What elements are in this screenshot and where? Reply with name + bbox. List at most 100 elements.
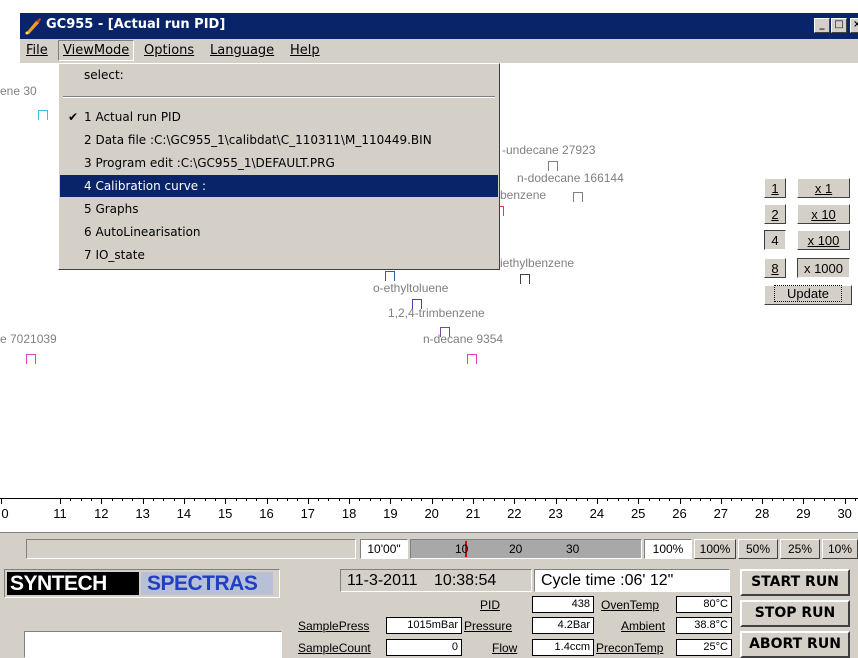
maximize-icon[interactable]: □ [831, 18, 847, 33]
update-button[interactable]: Update [764, 285, 852, 305]
channel-label: 1 [771, 181, 779, 196]
start-run-button[interactable]: START RUN [740, 569, 850, 596]
axis-minor-tick [658, 498, 660, 501]
pid-label: PID [480, 598, 501, 612]
menu-item-data-file[interactable]: 2 Data file :C:\GC955_1\calibdat\C_11031… [60, 129, 498, 151]
axis-tick [1, 498, 2, 504]
zoom-100-button[interactable]: 100% [694, 539, 736, 559]
menu-item-calibration-curve[interactable]: 4 Calibration curve : [60, 175, 498, 197]
menu-options[interactable]: Options [144, 43, 194, 58]
close-icon[interactable]: × [850, 18, 858, 33]
axis-minor-tick [411, 498, 413, 501]
menu-item-program-edit[interactable]: 3 Program edit :C:\GC955_1\DEFAULT.PRG [60, 152, 498, 174]
axis-tick-label: 24 [589, 506, 605, 521]
zoom-10-button[interactable]: 10% [822, 539, 858, 559]
peak-marker [573, 192, 583, 202]
menu-language[interactable]: Language [210, 43, 274, 58]
axis-minor-tick [214, 498, 216, 501]
axis-minor-tick [648, 498, 650, 501]
axis-minor-tick [710, 498, 712, 501]
axis-minor-tick [163, 498, 165, 501]
axis-tick [762, 498, 764, 504]
menu-item-label: 5 Graphs [84, 202, 139, 216]
axis-minor-tick [565, 498, 567, 501]
channel-label: 4 [771, 233, 779, 248]
axis-minor-tick [689, 498, 691, 501]
axis-tick-label: 19 [383, 506, 398, 521]
axis-tick [596, 498, 598, 504]
axis-tick-label: 0 [1, 506, 9, 521]
axis-minor-tick [462, 498, 464, 501]
axis-minor-tick [297, 498, 299, 501]
viewmode-dropdown: select: ✔ 1 Actual run PID 2 Data file :… [58, 63, 500, 270]
cycle-time-display: Cycle time :06' 12" [534, 569, 730, 592]
axis-minor-tick [380, 498, 382, 501]
precontemp-value: 25°C [676, 639, 732, 656]
title-bar[interactable]: GC955 - [Actual run PID] _ □ × [20, 13, 858, 39]
menu-viewmode[interactable]: ViewMode [58, 40, 135, 61]
peak-label: o-ethyltoluene [373, 281, 449, 295]
multiplier-x100-button[interactable]: x 100 [797, 230, 850, 250]
multiplier-x10-button[interactable]: x 10 [797, 204, 850, 224]
axis-tick-label: 20 [424, 506, 439, 521]
channel-2-button[interactable]: 2 [764, 204, 786, 224]
axis-tick [555, 498, 557, 504]
stop-run-button[interactable]: STOP RUN [740, 600, 850, 627]
axis-minor-tick [700, 498, 702, 501]
peak-label: 1,2,4-trimbenzene [388, 306, 485, 320]
run-progress-bar: 10 20 30 [410, 539, 642, 559]
menu-item-label: 2 Data file :C:\GC955_1\calibdat\C_11031… [84, 133, 432, 147]
peak-label: benzene [500, 188, 547, 202]
abort-run-button[interactable]: ABORT RUN [740, 631, 850, 658]
menu-help[interactable]: Help [290, 43, 320, 58]
progress-percent: 100% [644, 539, 692, 559]
axis-minor-tick [173, 498, 175, 501]
multiplier-label: x 10 [811, 207, 836, 222]
axis-minor-tick [194, 498, 196, 501]
axis-tick [679, 498, 681, 504]
axis-tick-label: 23 [548, 506, 563, 521]
progress-scale-label: 30 [566, 542, 580, 556]
app-icon [25, 18, 41, 35]
axis-minor-tick [400, 498, 402, 501]
peak-label: n-decane 9354 [423, 332, 504, 346]
desktop-background [0, 0, 858, 13]
zoom-50-button[interactable]: 50% [738, 539, 778, 559]
axis-tick-label: 18 [341, 506, 357, 521]
menu-item-graphs[interactable]: 5 Graphs [60, 198, 498, 220]
multiplier-label: x 1 [814, 181, 833, 196]
channel-1-button[interactable]: 1 [764, 178, 786, 198]
axis-tick-label: 12 [94, 506, 109, 521]
channel-8-button[interactable]: 8 [764, 258, 786, 278]
time-label: 10:38:54 [434, 572, 497, 589]
axis-tick [720, 498, 722, 504]
axis-minor-tick [132, 498, 134, 501]
menu-item-io-state[interactable]: 7 IO_state [60, 244, 498, 266]
channel-4-button[interactable]: 4 [764, 230, 786, 250]
oventemp-label: OvenTemp [601, 598, 660, 612]
peak-marker [548, 161, 558, 171]
zoom-25-button[interactable]: 25% [780, 539, 820, 559]
ambient-label: Ambient [621, 619, 666, 633]
menu-file[interactable]: File [26, 43, 48, 58]
peak-label: -undecane 27923 [502, 143, 596, 157]
axis-tick-label: 28 [754, 506, 770, 521]
samplecount-value: 0 [386, 639, 462, 656]
flow-value: 1.4ccm [532, 639, 594, 656]
axis-minor-tick [483, 498, 485, 501]
axis-tick [473, 498, 474, 504]
menu-item-actual-run[interactable]: ✔ 1 Actual run PID [60, 106, 498, 128]
axis-minor-tick [793, 498, 795, 501]
axis-tick [307, 498, 309, 504]
menu-item-label: 3 Program edit :C:\GC955_1\DEFAULT.PRG [84, 156, 335, 170]
axis-tick [60, 498, 61, 504]
menu-item-autolinearisation[interactable]: 6 AutoLinearisation [60, 221, 498, 243]
progress-scale-label: 10 [455, 542, 469, 556]
minimize-icon[interactable]: _ [814, 18, 830, 33]
peak-label: n-dodecane 166144 [517, 171, 624, 185]
axis-tick-label: 14 [176, 506, 192, 521]
axis-tick-label: 16 [259, 506, 274, 521]
multiplier-x1000-button[interactable]: x 1000 [797, 258, 850, 278]
menu-options-label: Options [144, 43, 195, 58]
multiplier-x1-button[interactable]: x 1 [797, 178, 850, 198]
